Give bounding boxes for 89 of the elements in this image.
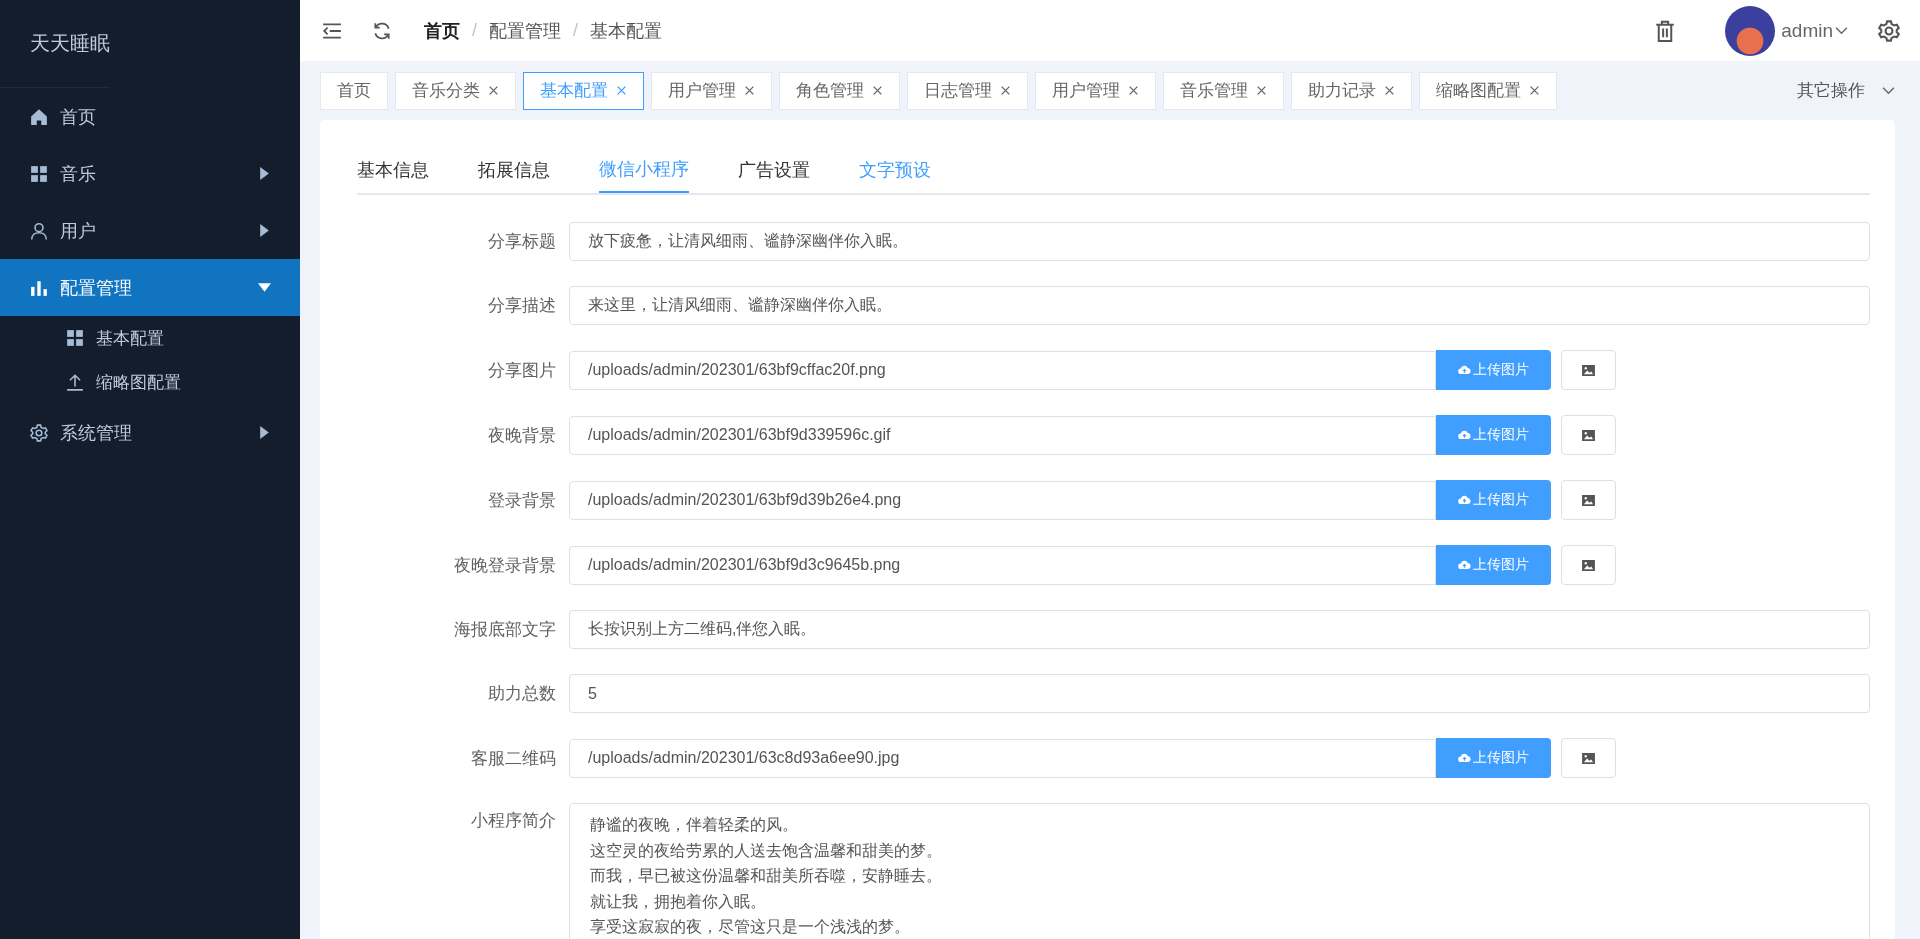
user-icon: [30, 221, 48, 240]
app-title: 天天睡眠: [0, 0, 110, 88]
cloud-upload-icon: [1458, 560, 1471, 570]
image-icon: [1582, 429, 1595, 441]
text-area[interactable]: 静谧的夜晚，伴着轻柔的风。 这空灵的夜给劳累的人送去饱含温馨和甜美的梦。 而我，早已被这份温馨和甜美所吞噬，安静睡去。 就让我，拥抱着你入眠。 享受这寂寂的夜，尽管这只是一个浅浅的梦。: [569, 803, 1870, 939]
bar-chart-icon: [30, 278, 48, 297]
text-line: 这空灵的夜给劳累的人送去饱含温馨和甜美的梦。: [590, 840, 943, 861]
input-field[interactable]: /uploads/admin/202301/63c8d93a6ee90.jpg: [569, 738, 1436, 778]
sidebar-subitem[interactable]: 基本配置: [0, 316, 300, 360]
close-icon[interactable]: [616, 85, 627, 96]
page-tab[interactable]: 用户管理: [651, 71, 772, 110]
page-tab[interactable]: 日志管理: [907, 71, 1028, 110]
sidebar-item[interactable]: 配置管理: [0, 259, 300, 316]
image-icon: [1582, 364, 1595, 376]
section-tab[interactable]: 拓展信息: [478, 147, 550, 193]
text-line: 享受这寂寂的夜，尽管这只是一个浅浅的梦。: [590, 917, 911, 937]
chevron-down-icon[interactable]: [1835, 26, 1848, 35]
breadcrumb-separator: /: [472, 20, 477, 41]
section-tab[interactable]: 基本信息: [357, 147, 429, 193]
input-field[interactable]: /uploads/admin/202301/63bf9d39b26e4.png: [569, 480, 1436, 520]
section-tab[interactable]: 广告设置: [738, 147, 810, 193]
image-icon: [1582, 752, 1595, 764]
field-label: 分享标题: [487, 231, 557, 253]
sidebar-item[interactable]: 系统管理: [0, 404, 300, 461]
preview-button[interactable]: [1561, 480, 1616, 520]
cloud-upload-icon: [1458, 495, 1471, 505]
other-actions-dropdown[interactable]: 其它操作: [1797, 79, 1865, 102]
cloud-upload-icon: [1458, 430, 1471, 440]
input-field[interactable]: 来这里，让清风细雨、谧静深幽伴你入眠。: [569, 286, 1870, 325]
input-field[interactable]: /uploads/admin/202301/63bf9d339596c.gif: [569, 415, 1436, 455]
input-field[interactable]: /uploads/admin/202301/63bf9d3c9645b.png: [569, 545, 1436, 585]
cloud-upload-icon: [1458, 753, 1471, 763]
close-icon[interactable]: [872, 85, 883, 96]
preview-button[interactable]: [1561, 350, 1616, 390]
menu-icon[interactable]: [322, 20, 342, 41]
field-label: 助力总数: [487, 683, 557, 705]
gear-icon: [30, 423, 48, 442]
close-icon[interactable]: [1529, 85, 1540, 96]
grid-icon: [30, 164, 48, 183]
close-icon[interactable]: [1256, 85, 1267, 96]
input-field[interactable]: /uploads/admin/202301/63bf9cffac20f.png: [569, 350, 1436, 390]
input-field[interactable]: 放下疲惫，让清风细雨、谧静深幽伴你入眠。: [569, 222, 1870, 261]
page-tab[interactable]: 音乐分类: [395, 71, 516, 110]
text-line: 而我，早已被这份温馨和甜美所吞噬，安静睡去。: [590, 866, 943, 886]
field-label: 分享描述: [487, 295, 557, 317]
refresh-icon[interactable]: [372, 20, 392, 41]
close-icon[interactable]: [1128, 85, 1139, 96]
close-icon[interactable]: [488, 85, 499, 96]
image-icon: [1582, 494, 1595, 506]
sidebar-item[interactable]: 用户: [0, 202, 300, 259]
close-icon[interactable]: [1000, 85, 1011, 96]
breadcrumb-item[interactable]: 基本配置: [590, 18, 663, 43]
upload-icon: [66, 373, 84, 391]
home-icon: [30, 107, 48, 126]
sidebar-item[interactable]: 音乐: [0, 145, 300, 202]
settings-icon[interactable]: [1878, 19, 1900, 42]
grid-icon: [66, 329, 84, 347]
page-tab[interactable]: 角色管理: [779, 71, 900, 110]
preview-button[interactable]: [1561, 415, 1616, 455]
cloud-upload-icon: [1458, 365, 1471, 375]
page-tab[interactable]: 缩略图配置: [1419, 71, 1557, 110]
trash-icon[interactable]: [1655, 18, 1676, 43]
sidebar-subitem[interactable]: 缩略图配置: [0, 360, 300, 404]
breadcrumb-item[interactable]: 配置管理: [489, 18, 561, 43]
input-field[interactable]: 5: [569, 674, 1870, 713]
preview-button[interactable]: [1561, 545, 1616, 585]
breadcrumb-item[interactable]: 首页: [424, 18, 460, 43]
field-label: 夜晚背景: [487, 424, 557, 447]
page-tab[interactable]: 首页: [320, 71, 388, 110]
field-label: 海报底部文字: [453, 619, 557, 641]
user-menu[interactable]: admin: [1781, 19, 1833, 42]
text-line: 就让我，拥抱着你入眠。: [590, 891, 767, 912]
page-tab[interactable]: 音乐管理: [1163, 71, 1284, 110]
chevron-down-icon[interactable]: [1882, 86, 1895, 95]
field-label: 登录背景: [487, 489, 557, 512]
image-icon: [1582, 559, 1595, 571]
field-label: 小程序简介: [470, 810, 557, 832]
field-label: 分享图片: [487, 359, 557, 382]
close-icon[interactable]: [1384, 85, 1395, 96]
input-field[interactable]: 长按识别上方二维码,伴您入眠。: [569, 610, 1870, 649]
field-label: 客服二维码: [470, 747, 557, 770]
page-tab[interactable]: 助力记录: [1291, 71, 1412, 110]
preview-button[interactable]: [1561, 738, 1616, 778]
breadcrumb-separator: /: [573, 20, 579, 41]
page-tab[interactable]: 用户管理: [1035, 71, 1156, 110]
sidebar-item[interactable]: 首页: [0, 88, 300, 145]
text-line: 静谧的夜晚，伴着轻柔的风。: [590, 815, 799, 835]
close-icon[interactable]: [744, 85, 755, 96]
field-label: 夜晚登录背景: [453, 554, 557, 577]
